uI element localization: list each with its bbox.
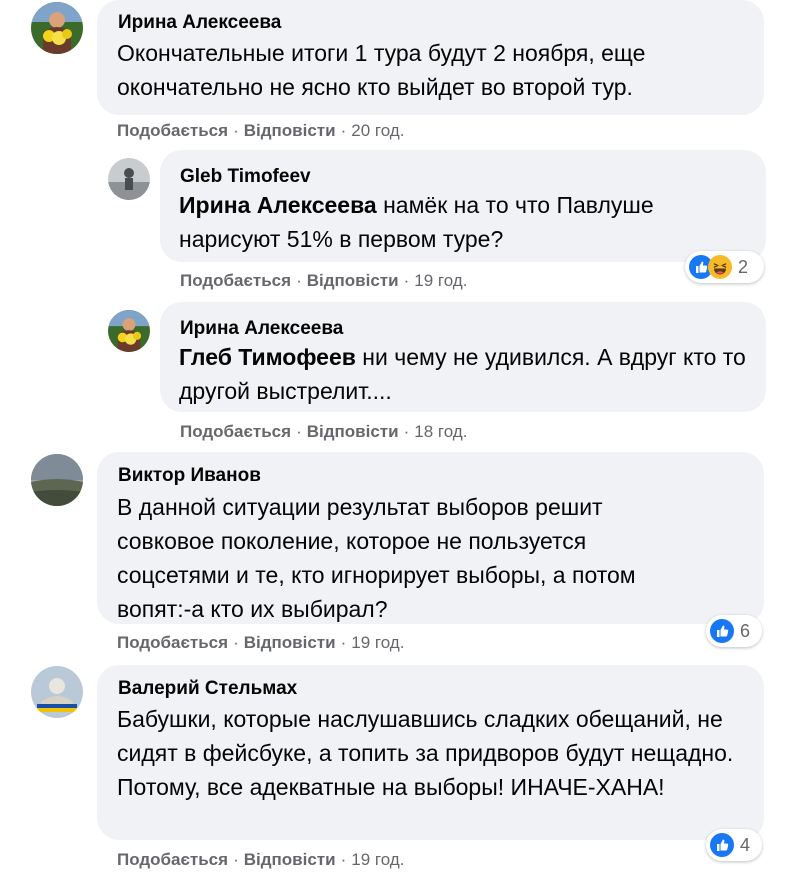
comment-time[interactable]: 18 год. bbox=[414, 422, 467, 441]
comment-actions: Подобається · Відповісти · 19 год. bbox=[117, 633, 405, 652]
comment-author[interactable]: Валерий Стельмах bbox=[118, 678, 297, 700]
comment-text: В данной ситуации результат выборов реши… bbox=[117, 494, 636, 622]
like-button[interactable]: Подобається bbox=[117, 121, 228, 140]
comment-time[interactable]: 20 год. bbox=[351, 121, 404, 140]
comment-actions: Подобається · Відповісти · 18 год. bbox=[180, 422, 468, 441]
avatar[interactable] bbox=[31, 454, 83, 506]
comment-actions: Подобається · Відповісти · 19 год. bbox=[117, 850, 405, 869]
reactions-badge[interactable]: 6 bbox=[706, 615, 762, 647]
reply-button[interactable]: Відповісти bbox=[244, 633, 336, 652]
mention-link[interactable]: Глеб Тимофеев bbox=[179, 344, 356, 370]
reply-button[interactable]: Відповісти bbox=[244, 850, 336, 869]
comment-author[interactable]: Gleb Timofeev bbox=[180, 166, 311, 188]
haha-icon bbox=[708, 255, 732, 279]
comment-time[interactable]: 19 год. bbox=[351, 850, 404, 869]
like-button[interactable]: Подобається bbox=[180, 271, 291, 290]
comment-text: Глеб Тимофеев ни чему не удивился. А вдр… bbox=[179, 340, 749, 408]
flowers-avatar-icon bbox=[31, 2, 83, 54]
comment-author[interactable]: Ирина Алексеева bbox=[118, 12, 281, 34]
like-button[interactable]: Подобається bbox=[180, 422, 291, 441]
avatar[interactable] bbox=[108, 310, 150, 352]
avatar[interactable] bbox=[108, 158, 150, 200]
like-icon bbox=[710, 619, 734, 643]
comment-text: Бабушки, которые наслушавшись сладких об… bbox=[117, 706, 734, 800]
comment-time[interactable]: 19 год. bbox=[351, 633, 404, 652]
reaction-count: 2 bbox=[738, 256, 749, 277]
comment-text: Ирина Алексеева намёк на то что Павлуше … bbox=[179, 188, 739, 256]
comment-actions: Подобається · Відповісти · 20 год. bbox=[117, 121, 405, 140]
avatar[interactable] bbox=[31, 2, 83, 54]
flowers-avatar-icon bbox=[108, 310, 150, 352]
reactions-badge[interactable]: 2 bbox=[685, 251, 764, 283]
comment-author[interactable]: Ирина Алексеева bbox=[180, 318, 343, 340]
reaction-count: 6 bbox=[740, 620, 751, 641]
like-button[interactable]: Подобається bbox=[117, 633, 228, 652]
reply-button[interactable]: Відповісти bbox=[307, 422, 399, 441]
comment-actions: Подобається · Відповісти · 19 год. bbox=[180, 271, 468, 290]
like-button[interactable]: Подобається bbox=[117, 850, 228, 869]
landscape-avatar-icon bbox=[31, 454, 83, 506]
like-icon bbox=[710, 833, 734, 857]
reply-button[interactable]: Відповісти bbox=[244, 121, 336, 140]
reply-button[interactable]: Відповісти bbox=[307, 271, 399, 290]
reaction-count: 4 bbox=[740, 834, 751, 855]
comment-author[interactable]: Виктор Иванов bbox=[118, 465, 261, 487]
person-avatar-icon bbox=[108, 158, 150, 200]
comment-text: Окончательные итоги 1 тура будут 2 ноябр… bbox=[117, 40, 646, 100]
reactions-badge[interactable]: 4 bbox=[706, 829, 762, 861]
avatar[interactable] bbox=[31, 666, 83, 718]
badge-avatar-icon bbox=[31, 666, 83, 718]
comment-time[interactable]: 19 год. bbox=[414, 271, 467, 290]
mention-link[interactable]: Ирина Алексеева bbox=[179, 192, 377, 218]
